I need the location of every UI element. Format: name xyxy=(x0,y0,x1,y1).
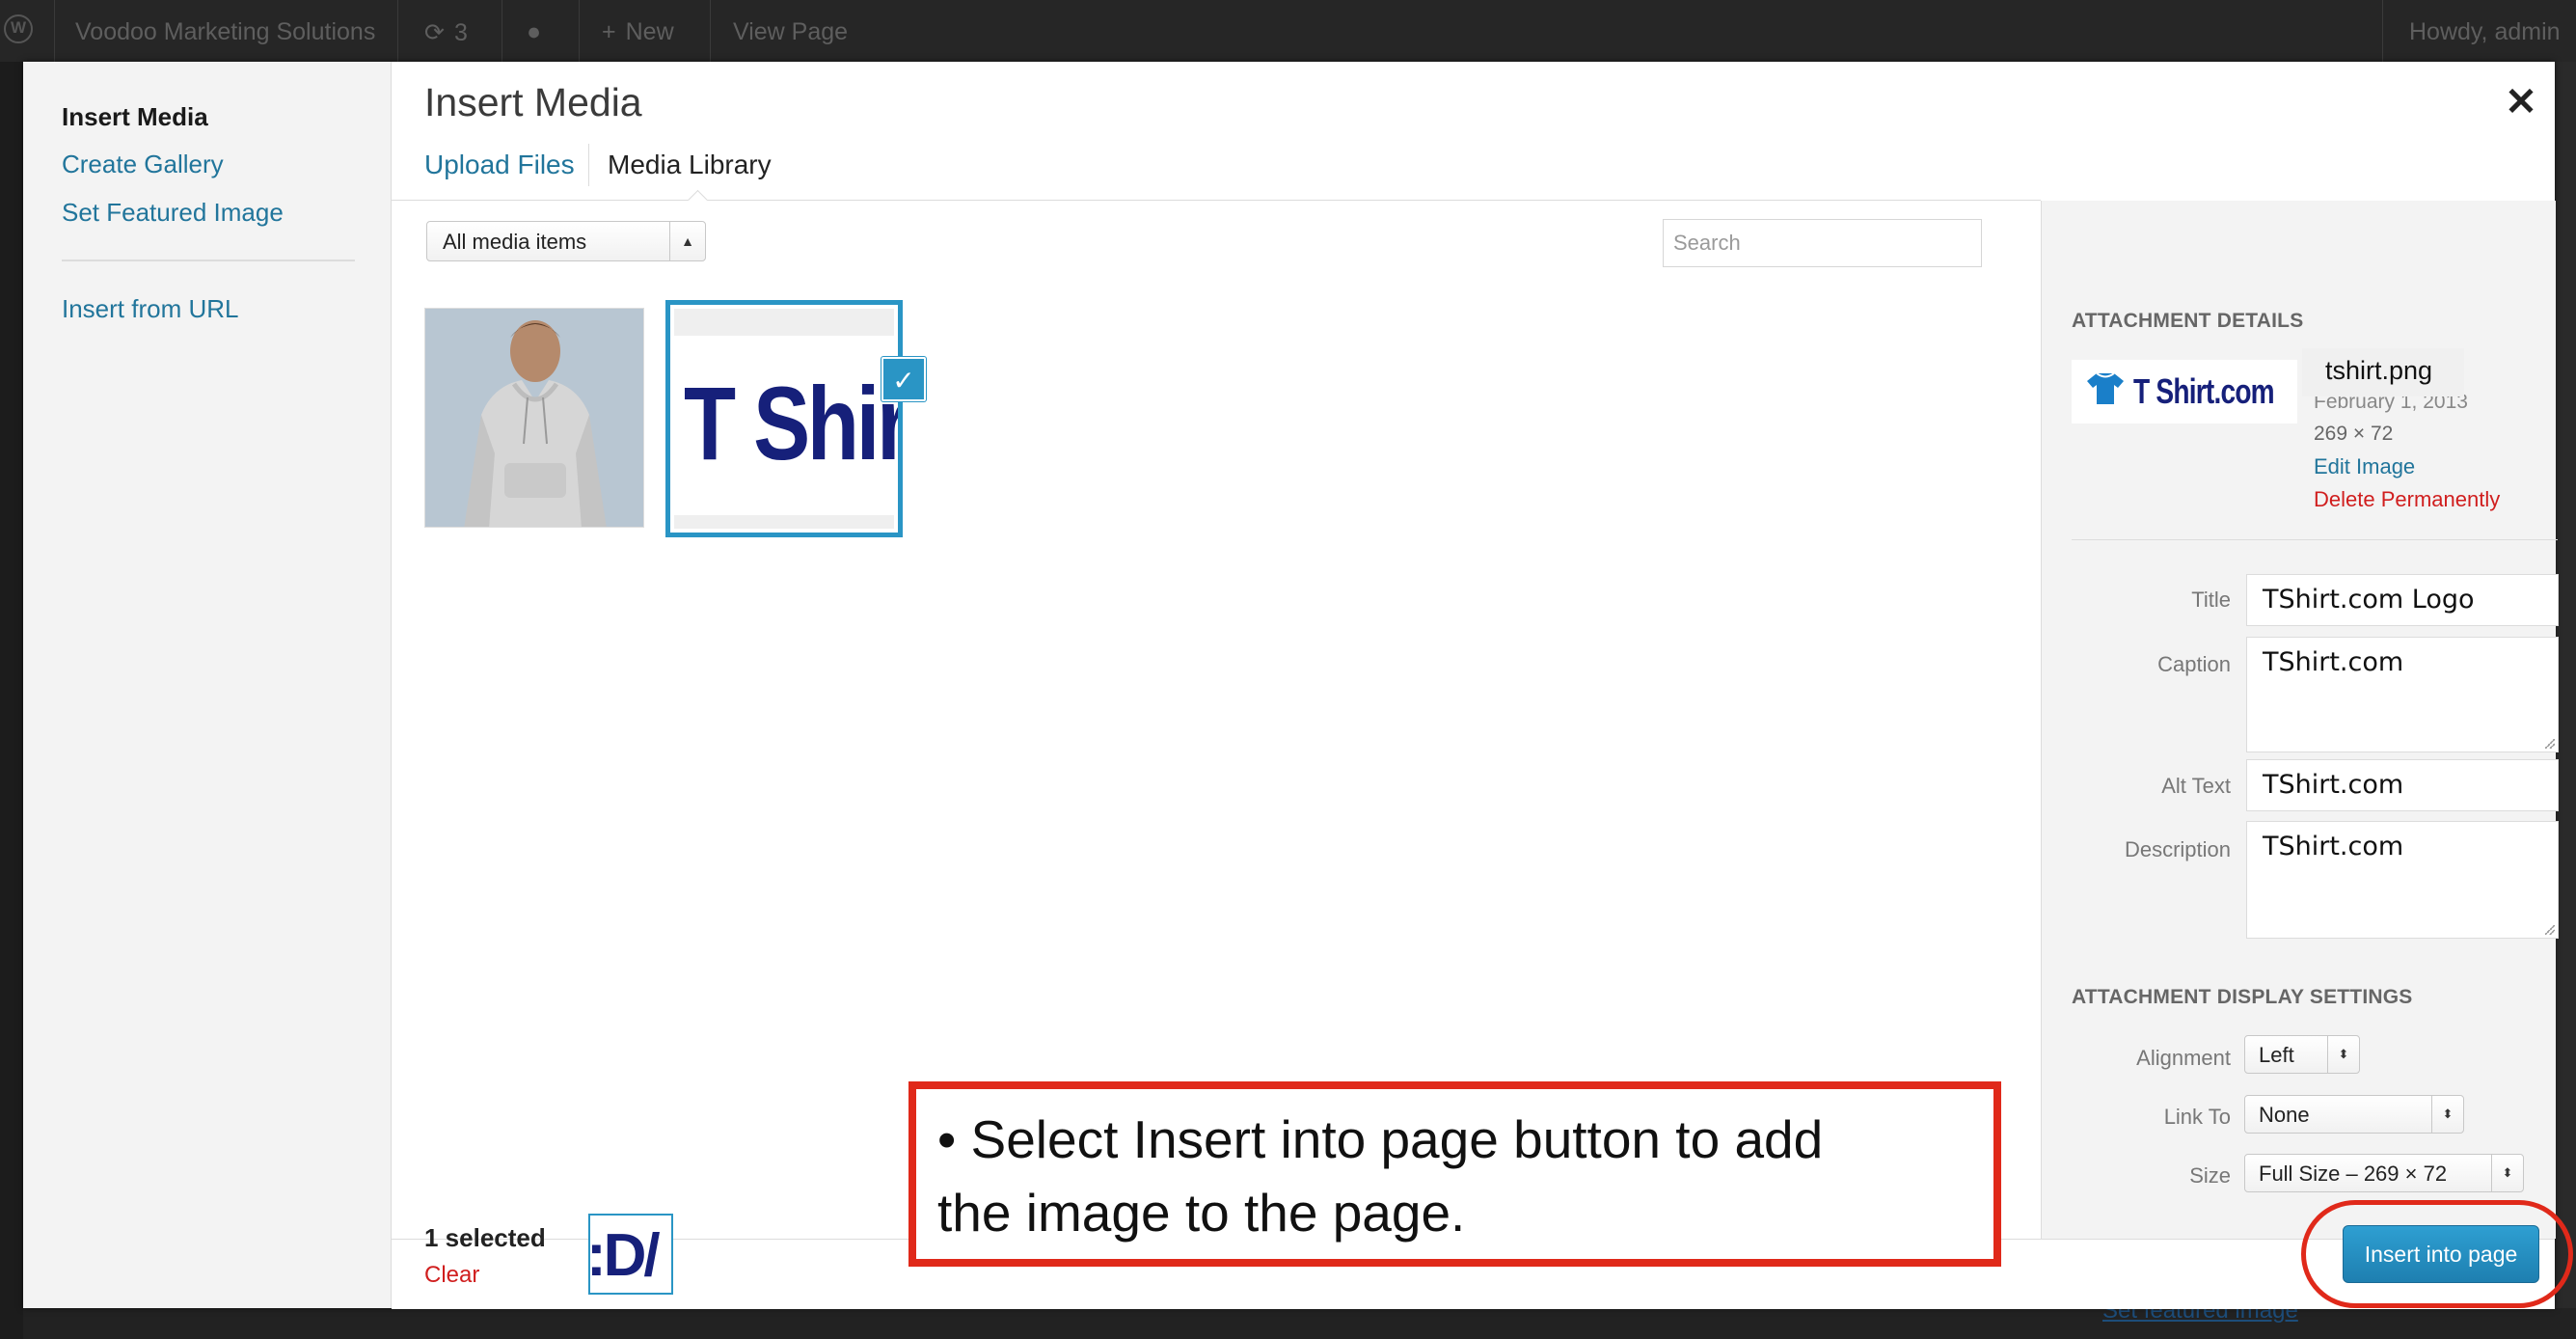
selection-mini-thumbnail[interactable]: :D/ xyxy=(588,1214,673,1295)
callout-line-1: • Select Insert into page button to add xyxy=(937,1109,1824,1169)
menu-item-set-featured-image[interactable]: Set Featured Image xyxy=(62,198,284,228)
admin-bar-updates[interactable]: ⟳ 3 xyxy=(424,18,468,47)
comments-icon[interactable]: ● xyxy=(527,18,541,46)
attachment-dimensions: 269 × 72 xyxy=(2314,423,2394,445)
delete-permanently-link[interactable]: Delete Permanently xyxy=(2314,487,2500,512)
thumb-bottom-band xyxy=(674,515,894,529)
alt-text-field[interactable]: TShirt.com xyxy=(2246,759,2559,811)
alignment-select[interactable]: Left ⬍ xyxy=(2244,1035,2360,1074)
admin-bar-site-name[interactable]: Voodoo Marketing Solutions xyxy=(75,18,375,46)
link-to-select[interactable]: None ⬍ xyxy=(2244,1095,2464,1134)
resize-handle-icon[interactable] xyxy=(2545,739,2555,749)
media-search-input[interactable] xyxy=(1663,219,1982,267)
description-label: Description xyxy=(2124,837,2231,861)
admin-bar-divider xyxy=(579,0,580,62)
link-to-label: Link To xyxy=(2163,1105,2231,1129)
close-icon[interactable]: ✕ xyxy=(2502,83,2540,122)
attachment-tshirt-logo[interactable]: T Shir xyxy=(665,300,903,537)
updates-count: 3 xyxy=(453,19,468,46)
media-filter-select[interactable]: All media items ▲ xyxy=(426,221,706,261)
wordpress-logo-icon[interactable] xyxy=(4,14,33,43)
size-select[interactable]: Full Size – 269 × 72 ⬍ xyxy=(2244,1154,2524,1192)
selected-check-icon[interactable]: ✓ xyxy=(881,357,926,401)
media-menu: Insert Media Create Gallery Set Featured… xyxy=(23,62,392,1308)
size-label: Size xyxy=(2189,1163,2231,1188)
admin-bar-view-page[interactable]: View Page xyxy=(733,18,848,46)
tshirt-logo-icon xyxy=(2087,372,2124,404)
sidebar-separator xyxy=(2072,539,2558,540)
admin-bar-divider xyxy=(2382,0,2383,62)
clear-selection-link[interactable]: Clear xyxy=(424,1262,479,1289)
backdrop-left-strip xyxy=(0,62,23,1339)
selection-count: 1 selected xyxy=(424,1223,546,1252)
caption-field[interactable]: TShirt.com xyxy=(2246,637,2559,752)
edit-image-link[interactable]: Edit Image xyxy=(2314,454,2415,479)
plus-icon: + xyxy=(602,18,616,45)
annotation-circle xyxy=(2301,1200,2573,1308)
menu-item-create-gallery[interactable]: Create Gallery xyxy=(62,150,224,179)
hoodie-photo-image xyxy=(425,309,643,527)
attachment-filename: tshirt.png xyxy=(2302,348,2464,396)
attachment-details-heading: ATTACHMENT DETAILS xyxy=(2072,310,2304,332)
attachment-details-thumbnail: T Shirt.com xyxy=(2072,360,2297,424)
thumb-logo-text: T Shirt.com xyxy=(2133,371,2275,411)
admin-bar-divider xyxy=(397,0,398,62)
modal-title: Insert Media xyxy=(424,80,642,124)
updates-icon: ⟳ xyxy=(424,19,445,46)
alt-text-label: Alt Text xyxy=(2161,774,2231,798)
link-to-value: None xyxy=(2259,1103,2310,1127)
callout-line-2: the image to the page. xyxy=(937,1183,1466,1243)
tshirt-logo-thumb-text: T Shir xyxy=(684,365,903,481)
alignment-value: Left xyxy=(2259,1043,2294,1067)
alignment-label: Alignment xyxy=(2136,1046,2231,1070)
select-arrows-icon: ▲ xyxy=(669,222,705,260)
admin-bar-divider xyxy=(54,0,55,62)
thumb-top-band xyxy=(674,309,894,336)
tab-media-library[interactable]: Media Library xyxy=(608,150,772,180)
resize-handle-icon[interactable] xyxy=(2545,925,2555,935)
caption-value: TShirt.com xyxy=(2263,647,2404,677)
menu-item-insert-from-url[interactable]: Insert from URL xyxy=(62,294,239,324)
attachment-details-sidebar: ATTACHMENT DETAILS T Shirt.com February … xyxy=(2041,201,2559,1239)
admin-bar-new[interactable]: + New xyxy=(602,18,674,46)
display-settings-heading: ATTACHMENT DISPLAY SETTINGS xyxy=(2072,986,2413,1008)
active-tab-caret xyxy=(687,189,709,211)
select-arrows-icon: ⬍ xyxy=(2491,1155,2523,1191)
caption-label: Caption xyxy=(2157,652,2231,676)
admin-bar: Voodoo Marketing Solutions ⟳3 ● +New Vie… xyxy=(0,0,2576,62)
title-label: Title xyxy=(2191,588,2231,612)
size-value: Full Size – 269 × 72 xyxy=(2259,1161,2448,1186)
select-arrows-icon: ⬍ xyxy=(2431,1096,2463,1133)
description-field[interactable]: TShirt.com xyxy=(2246,821,2559,939)
annotation-callout: • Select Insert into page button to add … xyxy=(908,1081,2001,1267)
tab-upload-files[interactable]: Upload Files xyxy=(424,150,575,180)
admin-bar-howdy[interactable]: Howdy, admin xyxy=(2409,18,2561,46)
tabs-underline xyxy=(392,200,2041,201)
tab-separator xyxy=(588,144,589,186)
new-label: New xyxy=(625,18,674,45)
description-value: TShirt.com xyxy=(2263,832,2404,861)
menu-separator xyxy=(62,260,355,261)
media-filter-value: All media items xyxy=(443,230,587,254)
admin-bar-divider xyxy=(710,0,711,62)
menu-item-insert-media[interactable]: Insert Media xyxy=(62,102,208,132)
title-field[interactable]: TShirt.com Logo xyxy=(2246,574,2559,626)
mini-thumb-text: :D/ xyxy=(588,1222,661,1289)
select-arrows-icon: ⬍ xyxy=(2327,1036,2359,1073)
attachment-hoodie-photo[interactable] xyxy=(424,308,644,528)
